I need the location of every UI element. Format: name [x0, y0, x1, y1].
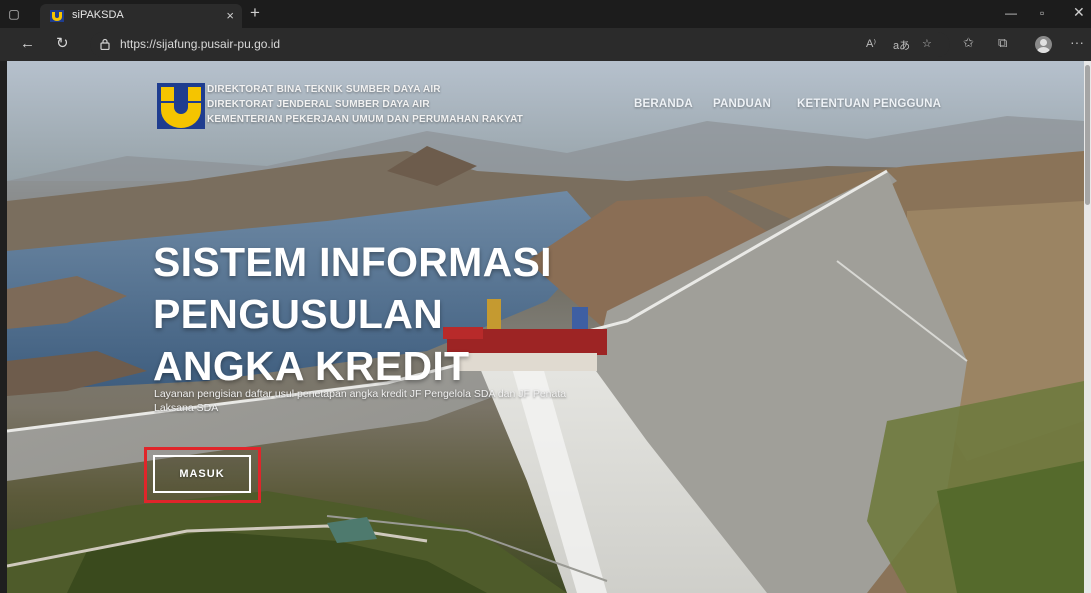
organization-name: DIREKTORAT BINA TEKNIK SUMBER DAYA AIR D…: [207, 82, 523, 127]
favorites-icon[interactable]: ✩: [963, 35, 974, 51]
hero-title-line-3: ANGKA KREDIT: [153, 343, 470, 389]
tab-close-icon[interactable]: ×: [226, 8, 234, 23]
masuk-button[interactable]: MASUK: [153, 455, 251, 493]
new-tab-button[interactable]: +: [250, 4, 260, 22]
pu-logo-icon: [157, 83, 205, 129]
collections-icon[interactable]: ⧉: [998, 35, 1007, 51]
org-line-3: KEMENTERIAN PEKERJAAN UMUM DAN PERUMAHAN…: [207, 114, 524, 125]
restore-icon[interactable]: ▫: [1040, 6, 1044, 20]
more-menu-icon[interactable]: ···: [1070, 34, 1084, 50]
org-line-1: DIREKTORAT BINA TEKNIK SUMBER DAYA AIR: [207, 84, 441, 95]
minimize-icon[interactable]: —: [1005, 6, 1017, 20]
hero-title-line-1: SISTEM INFORMASI: [153, 239, 552, 285]
profile-avatar[interactable]: [1035, 36, 1052, 53]
hero-title: SISTEM INFORMASI PENGUSULAN ANGKA KREDIT: [153, 236, 613, 392]
browser-tab[interactable]: siPAKSDA ×: [40, 4, 242, 28]
nav-panduan[interactable]: PANDUAN: [713, 98, 771, 110]
browser-toolbar: ← ↻ https://sijafung.pusair-pu.go.id A⁾ …: [0, 28, 1091, 61]
back-arrow-icon[interactable]: ←: [20, 35, 35, 53]
scrollbar-thumb[interactable]: [1085, 65, 1090, 205]
nav-beranda[interactable]: BERANDA: [634, 98, 693, 110]
window-close-icon[interactable]: ✕: [1073, 4, 1085, 21]
nav-ketentuan-pengguna[interactable]: KETENTUAN PENGGUNA: [797, 98, 941, 110]
lock-icon: [100, 38, 110, 50]
page-viewport: DIREKTORAT BINA TEKNIK SUMBER DAYA AIR D…: [7, 61, 1084, 593]
page-scrollbar[interactable]: [1084, 61, 1091, 593]
refresh-icon[interactable]: ↻: [56, 35, 69, 53]
hero-subtitle: Layanan pengisian daftar usul penetapan …: [154, 388, 567, 414]
add-favorite-icon[interactable]: ☆: [922, 37, 932, 50]
browser-tab-bar: ▢ siPAKSDA × + — ▫ ✕: [0, 0, 1091, 28]
org-line-2: DIREKTORAT JENDERAL SUMBER DAYA AIR: [207, 99, 430, 110]
hero-title-line-2: PENGUSULAN: [153, 291, 444, 337]
tab-actions-icon[interactable]: ▢: [6, 6, 22, 22]
translate-icon[interactable]: aあ: [893, 37, 910, 53]
url-text: https://sijafung.pusair-pu.go.id: [120, 37, 281, 51]
address-bar[interactable]: https://sijafung.pusair-pu.go.id: [90, 32, 950, 57]
pu-favicon-icon: [50, 10, 64, 22]
tab-title: siPAKSDA: [72, 9, 124, 21]
read-aloud-icon[interactable]: A⁾: [866, 37, 876, 50]
